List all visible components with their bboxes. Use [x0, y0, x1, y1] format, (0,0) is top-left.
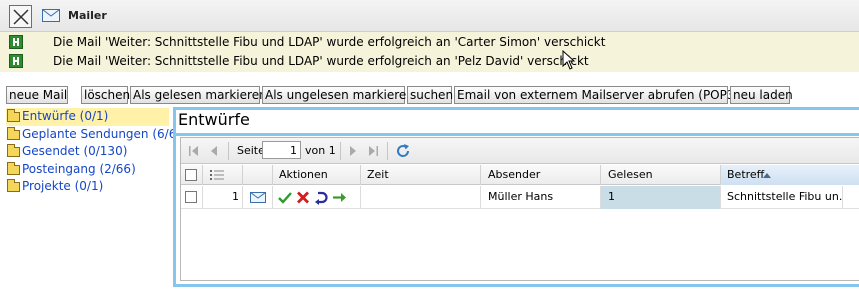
- row-subject: Schnittstelle Fibu un...: [721, 186, 843, 209]
- last-page-icon[interactable]: [367, 145, 379, 157]
- column-sender[interactable]: Absender: [481, 165, 601, 185]
- column-subject[interactable]: Betreff: [721, 165, 859, 185]
- pager-separator: [387, 142, 388, 160]
- notification-text: Die Mail 'Weiter: Schnittstelle Fibu und…: [53, 35, 606, 49]
- row-actions-cell: [273, 186, 361, 209]
- select-all-header: [181, 165, 203, 185]
- folder-tree: Entwürfe (0/1) Geplante Sendungen (6/6) …: [6, 108, 181, 196]
- notification-text: Die Mail 'Weiter: Schnittstelle Fibu und…: [53, 54, 589, 68]
- row-type-cell: [243, 186, 273, 209]
- row-number: 1: [203, 186, 243, 209]
- column-time[interactable]: Zeit: [361, 165, 481, 185]
- success-icon: [9, 35, 23, 49]
- numbered-list-icon: [210, 170, 224, 180]
- success-icon: [9, 54, 23, 68]
- title-bar: Mailer: [0, 0, 859, 32]
- new-mail-button[interactable]: neue Mail: [6, 86, 68, 104]
- panel-divider: [176, 133, 859, 136]
- folder-label: Geplante Sendungen (6/6): [22, 126, 182, 141]
- mouse-cursor-icon: [562, 50, 576, 70]
- folder-label: Posteingang (2/66): [22, 161, 136, 176]
- forward-arrow-icon[interactable]: [332, 192, 347, 203]
- row-checkbox[interactable]: [185, 191, 197, 203]
- envelope-icon: [250, 192, 266, 203]
- toolbar: neue Mail löschen Als gelesen markieren …: [0, 86, 859, 106]
- column-actions[interactable]: Aktionen: [273, 165, 361, 185]
- folder-icon: [7, 161, 20, 175]
- fetch-pop3-button[interactable]: Email von externem Mailserver abrufen (P…: [454, 86, 739, 104]
- column-read[interactable]: Gelesen: [601, 165, 721, 185]
- folder-item-projects[interactable]: Projekte (0/1): [6, 178, 169, 196]
- delete-button[interactable]: löschen: [81, 86, 130, 104]
- previous-page-icon[interactable]: [209, 145, 221, 157]
- panel-title: Entwürfe: [178, 110, 250, 129]
- folder-icon: [7, 109, 20, 122]
- folder-item-sent[interactable]: Gesendet (0/130): [6, 143, 169, 161]
- grid-header: Aktionen Zeit Absender Gelesen Betreff: [181, 165, 859, 185]
- undo-arrow-icon[interactable]: [314, 190, 328, 205]
- page-label: Seite: [237, 144, 265, 157]
- mark-read-button[interactable]: Als gelesen markieren: [130, 86, 267, 104]
- refresh-icon[interactable]: [395, 143, 411, 159]
- folder-item-scheduled[interactable]: Geplante Sendungen (6/6): [6, 126, 181, 144]
- row-sender: Müller Hans: [481, 186, 601, 209]
- page-number-input[interactable]: [262, 141, 301, 159]
- row-number-header: [203, 165, 243, 185]
- search-button[interactable]: suchen: [407, 86, 453, 104]
- folder-icon: [7, 126, 20, 140]
- delete-x-icon[interactable]: [296, 191, 310, 204]
- folder-item-drafts[interactable]: Entwürfe (0/1): [6, 108, 169, 126]
- select-all-checkbox[interactable]: [185, 169, 197, 181]
- next-page-icon[interactable]: [347, 145, 359, 157]
- page-count: von 1: [305, 144, 336, 157]
- row-time: [361, 186, 481, 209]
- row-read: 1: [601, 186, 721, 209]
- drafts-panel: Entwürfe Seite von 1: [173, 107, 859, 287]
- checkmark-icon[interactable]: [278, 191, 292, 204]
- folder-label: Entwürfe (0/1): [22, 109, 109, 123]
- close-button[interactable]: [9, 5, 32, 28]
- row-select-cell: [181, 186, 203, 209]
- close-icon: [13, 9, 29, 25]
- notification-area: Die Mail 'Weiter: Schnittstelle Fibu und…: [0, 32, 859, 72]
- table-row[interactable]: 1 Müller Hans 1 Schnittstelle Fibu un...: [181, 186, 859, 209]
- first-page-icon[interactable]: [188, 145, 200, 157]
- mail-grid: Seite von 1: [180, 137, 859, 281]
- type-header: [243, 165, 273, 185]
- folder-icon: [7, 179, 20, 192]
- pager-toolbar: Seite von 1: [181, 138, 859, 164]
- app-title: Mailer: [68, 9, 107, 22]
- mark-unread-button[interactable]: Als ungelesen markieren: [262, 86, 414, 104]
- pager-separator: [228, 142, 229, 160]
- column-subject-label: Betreff: [727, 168, 765, 181]
- folder-label: Gesendet (0/130): [22, 144, 128, 158]
- notification: Die Mail 'Weiter: Schnittstelle Fibu und…: [0, 33, 859, 52]
- folder-label: Projekte (0/1): [22, 179, 104, 193]
- folder-icon: [7, 144, 20, 157]
- reload-button[interactable]: neu laden: [730, 86, 793, 104]
- envelope-icon: [42, 9, 60, 22]
- notification: Die Mail 'Weiter: Schnittstelle Fibu und…: [0, 52, 859, 71]
- sort-ascending-icon: [763, 173, 771, 178]
- folder-item-inbox[interactable]: Posteingang (2/66): [6, 161, 169, 179]
- pager-separator: [340, 142, 341, 160]
